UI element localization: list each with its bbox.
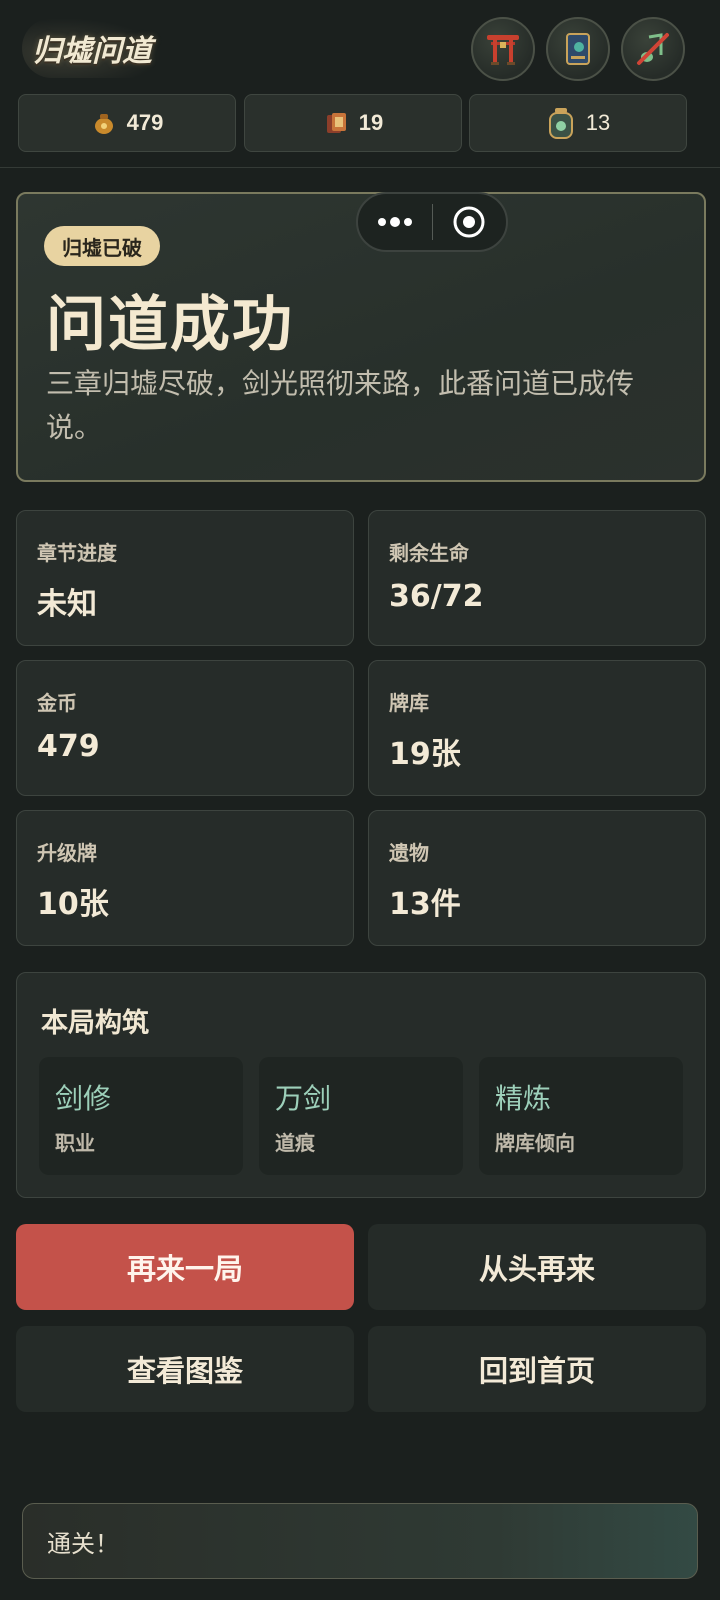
build-item-type: 职业: [55, 1131, 95, 1155]
stat-relics: 遗物 13件: [368, 810, 706, 946]
build-summary-panel: 本局构筑 剑修 职业 万剑 道痕 精炼 牌库倾向: [16, 972, 706, 1198]
stat-value: 未知: [37, 587, 97, 622]
miniprogram-capsule: [356, 192, 508, 252]
stat-label: 遗物: [389, 841, 429, 865]
build-item-path: 万剑 道痕: [259, 1057, 463, 1175]
game-logo: 归墟问道: [22, 18, 162, 78]
view-codex-button[interactable]: 查看图鉴: [16, 1326, 354, 1412]
logo-text: 归墟问道: [32, 34, 152, 69]
stat-label: 剩余生命: [389, 541, 469, 565]
stat-chapter-progress: 章节进度 未知: [16, 510, 354, 646]
relic-jar-icon: [548, 108, 573, 139]
result-title: 问道成功: [46, 290, 294, 360]
gold-value: 479: [126, 110, 164, 135]
result-description: 三章归墟尽破，剑光照彻来路，此番问道已成传说。: [46, 367, 635, 444]
back-home-button[interactable]: 回到首页: [368, 1326, 706, 1412]
build-item-type: 牌库倾向: [495, 1131, 575, 1155]
stat-value: 19张: [389, 737, 461, 772]
restart-button[interactable]: 从头再来: [368, 1224, 706, 1310]
stat-deck: 牌库 19张: [368, 660, 706, 796]
gold-pouch-icon: [94, 114, 113, 134]
build-item-name: 剑修: [55, 1082, 112, 1115]
build-item-type: 道痕: [275, 1131, 315, 1155]
relic-counter: 13: [469, 94, 687, 152]
stat-label: 升级牌: [37, 841, 97, 865]
stat-label: 牌库: [389, 691, 429, 715]
build-item-name: 万剑: [275, 1082, 332, 1115]
build-item-deck-tendency: 精炼 牌库倾向: [479, 1057, 683, 1175]
gold-counter: 479: [18, 94, 236, 152]
top-bar: 归墟问道 479 19 13: [0, 0, 720, 168]
build-item-name: 精炼: [495, 1082, 552, 1115]
target-circle-icon: [453, 206, 485, 238]
stat-label: 金币: [37, 691, 77, 715]
music-muted-icon[interactable]: [621, 17, 685, 81]
play-again-button[interactable]: 再来一局: [16, 1224, 354, 1310]
shrine-gate-icon[interactable]: [471, 17, 535, 81]
deck-value: 19: [358, 110, 384, 135]
status-badge: 归墟已破: [44, 226, 160, 266]
stat-value: 479: [37, 729, 100, 764]
stat-value: 36/72: [389, 579, 484, 614]
deck-cards-icon: [326, 113, 346, 133]
close-miniprogram-button[interactable]: [432, 194, 506, 250]
toast-message: 通关！: [22, 1503, 698, 1579]
stat-remaining-hp: 剩余生命 36/72: [368, 510, 706, 646]
build-title: 本局构筑: [41, 1008, 149, 1039]
relic-value: 13: [585, 110, 611, 135]
more-button[interactable]: [358, 194, 432, 250]
stat-value: 13件: [389, 887, 461, 922]
stat-label: 章节进度: [37, 541, 117, 565]
codex-book-icon[interactable]: [546, 17, 610, 81]
deck-counter: 19: [244, 94, 462, 152]
stat-gold: 金币 479: [16, 660, 354, 796]
stat-upgraded-cards: 升级牌 10张: [16, 810, 354, 946]
more-dots-icon: [377, 217, 412, 227]
build-item-class: 剑修 职业: [39, 1057, 243, 1175]
stat-value: 10张: [37, 887, 109, 922]
